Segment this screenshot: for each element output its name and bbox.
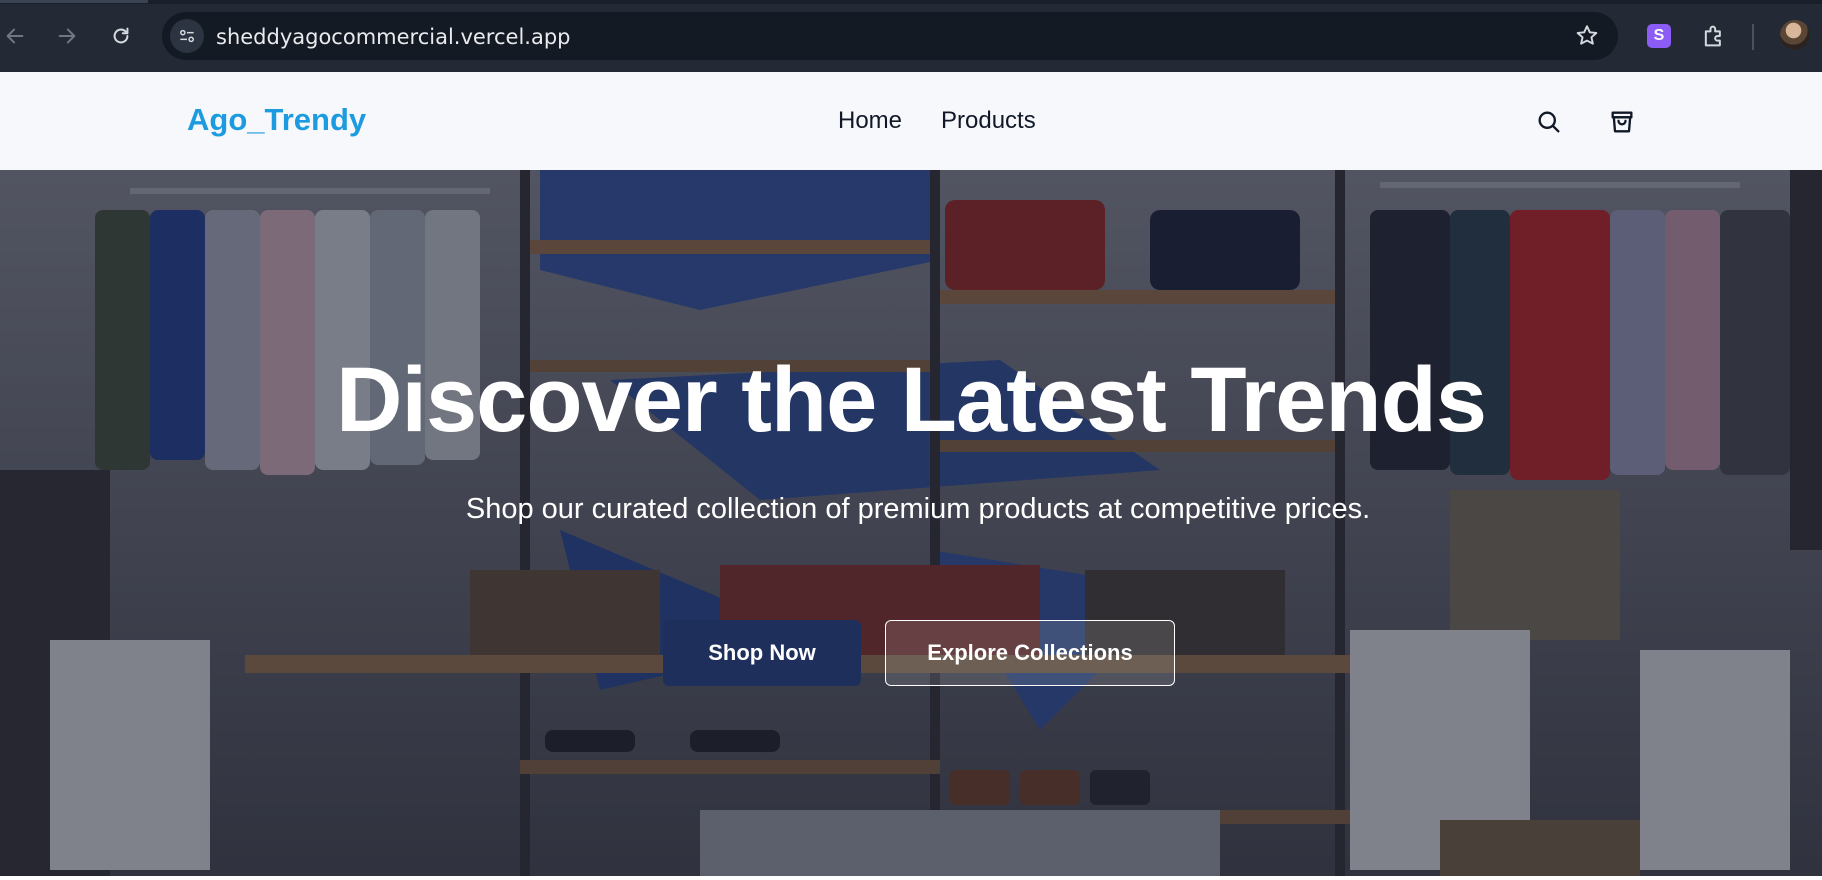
puzzle-icon[interactable] xyxy=(1700,22,1728,50)
hero-section: Discover the Latest Trends Shop our cura… xyxy=(0,170,1822,876)
browser-toolbar: sheddyagocommercial.vercel.app S xyxy=(0,0,1822,72)
extension-s-icon[interactable]: S xyxy=(1647,24,1671,48)
url-text[interactable]: sheddyagocommercial.vercel.app xyxy=(216,25,571,49)
nav-link-home[interactable]: Home xyxy=(838,107,902,135)
explore-collections-button[interactable]: Explore Collections xyxy=(885,620,1175,686)
tune-icon[interactable] xyxy=(170,19,204,53)
shop-now-button[interactable]: Shop Now xyxy=(663,620,861,686)
hero-title: Discover the Latest Trends xyxy=(336,349,1487,451)
address-bar[interactable]: sheddyagocommercial.vercel.app xyxy=(162,12,1618,60)
search-icon[interactable] xyxy=(1535,108,1563,136)
site-header: Ago_Trendy Home Products xyxy=(0,72,1822,170)
back-arrow-icon[interactable] xyxy=(0,21,30,51)
forward-arrow-icon[interactable] xyxy=(52,21,82,51)
tab-strip xyxy=(0,0,1822,4)
active-tab-edge xyxy=(0,0,148,3)
hero-subtitle: Shop our curated collection of premium p… xyxy=(465,493,1371,525)
page-below-fold xyxy=(0,876,1822,880)
shopping-bag-icon[interactable] xyxy=(1608,108,1636,136)
site-logo[interactable]: Ago_Trendy xyxy=(187,102,366,138)
avatar[interactable] xyxy=(1780,20,1810,50)
nav-link-products[interactable]: Products xyxy=(941,107,1036,135)
reload-icon[interactable] xyxy=(106,21,136,51)
toolbar-divider xyxy=(1752,24,1754,50)
star-icon[interactable] xyxy=(1574,23,1600,49)
